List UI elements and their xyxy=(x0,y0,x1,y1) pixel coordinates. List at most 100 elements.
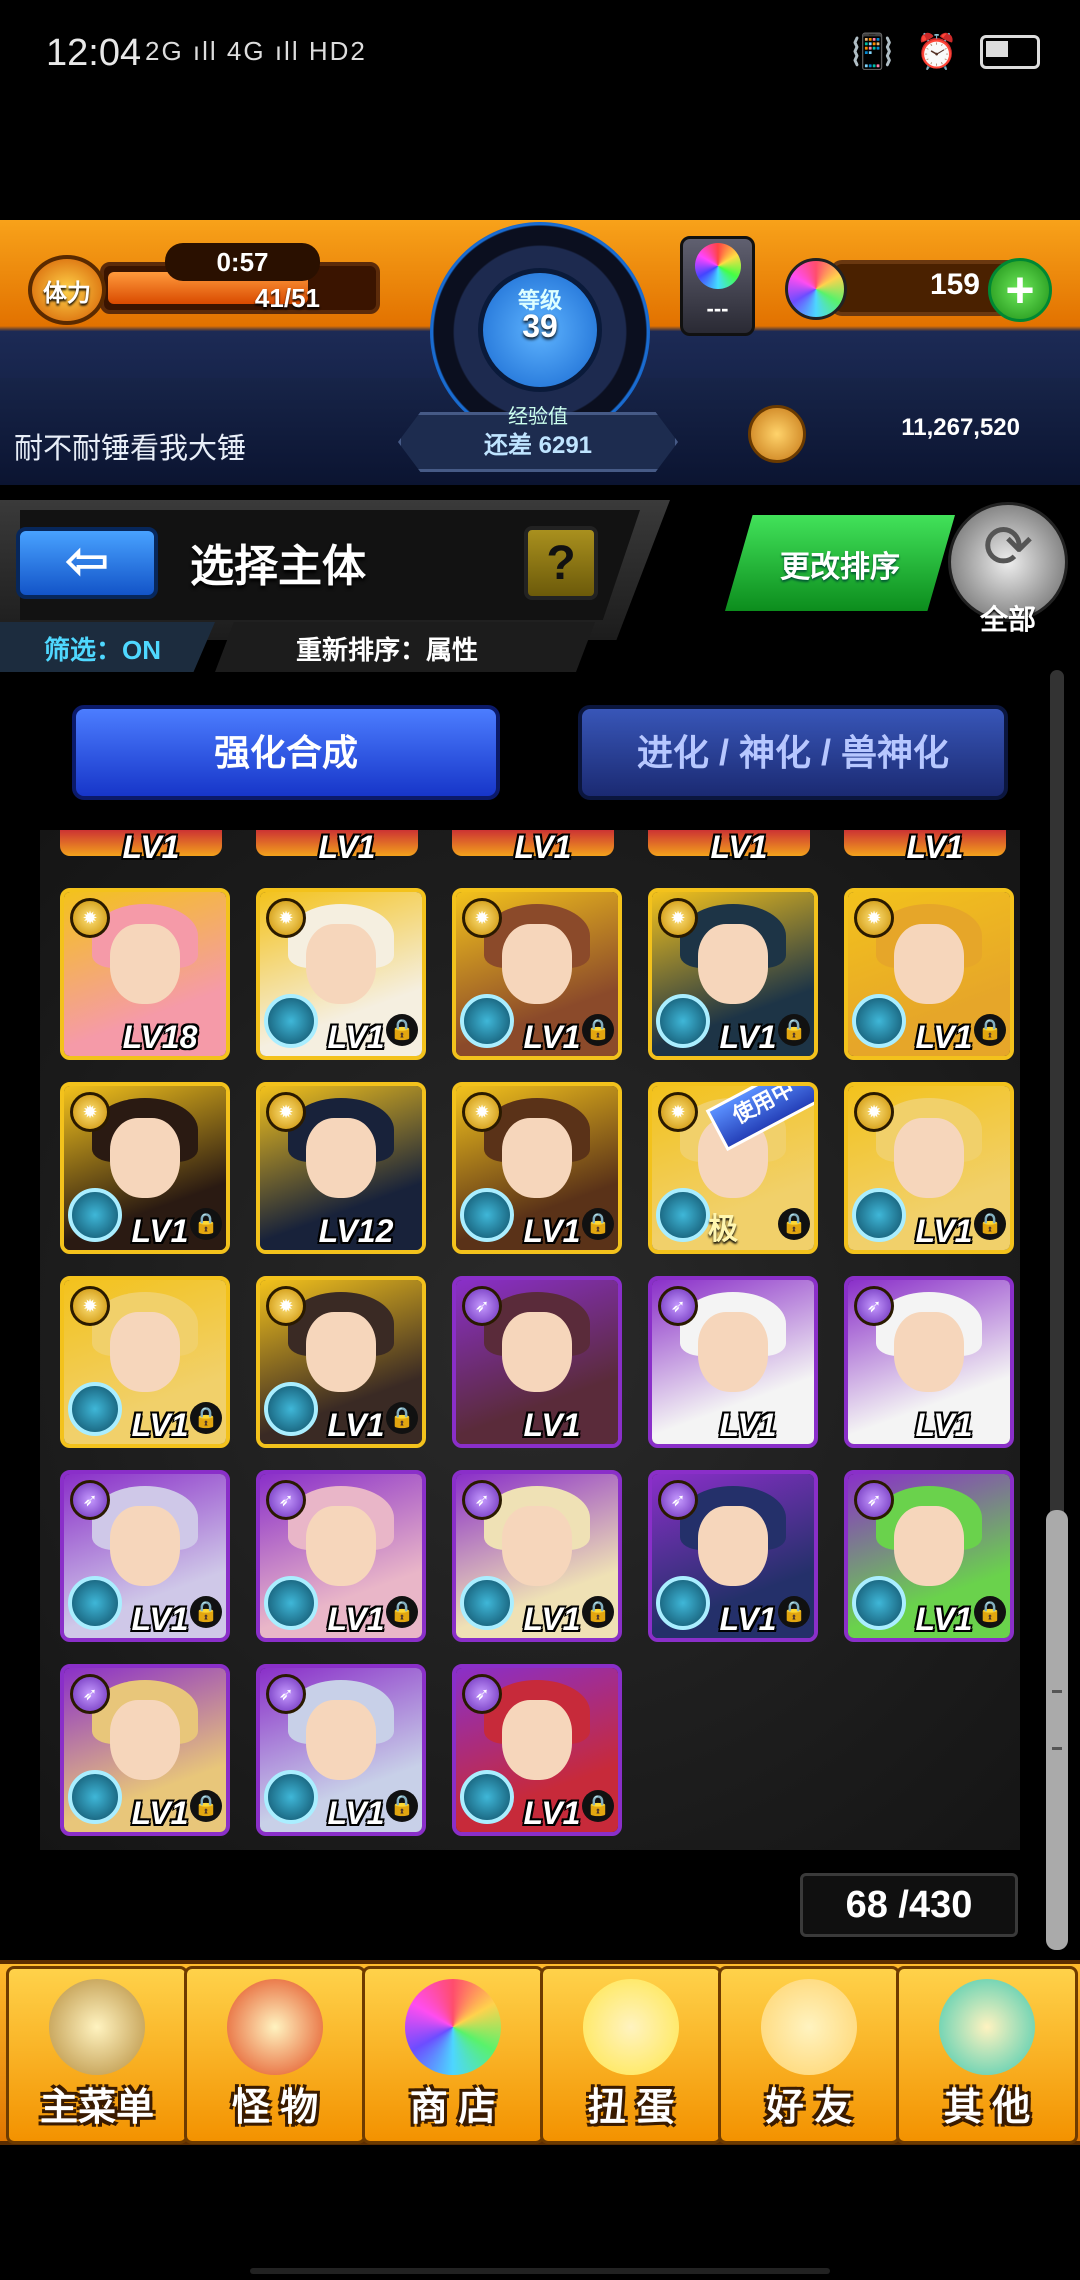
nav-button-egg[interactable]: 扭 蛋 xyxy=(540,1966,722,2144)
orb-icon xyxy=(785,258,847,320)
monster-card[interactable]: ➶ LV1 🔒 xyxy=(256,1664,426,1836)
lock-icon: 🔒 xyxy=(190,1790,222,1822)
nav-label: 商 店 xyxy=(409,2087,497,2129)
monster-face xyxy=(894,1118,964,1198)
soul-skill-icon xyxy=(656,1188,710,1242)
lock-icon: 🔒 xyxy=(778,1014,810,1046)
orb-count: 159 xyxy=(929,268,980,301)
monster-card[interactable]: ➶ LV1 xyxy=(648,1276,818,1448)
monster-face xyxy=(306,1118,376,1198)
monster-card[interactable]: ➶ LV1 🔒 xyxy=(60,1470,230,1642)
light-element-icon: ✹ xyxy=(70,1286,110,1326)
stamina-value: 41/51 xyxy=(254,283,320,313)
help-button[interactable]: ? xyxy=(524,526,598,600)
monster-card[interactable]: ➶ LV1 🔒 xyxy=(648,1470,818,1642)
monster-card[interactable]: ✹ LV1 🔒 xyxy=(452,1082,622,1254)
box-count: 68 /430 xyxy=(800,1873,1018,1937)
monster-card[interactable]: ➶ LV1 xyxy=(452,1276,622,1448)
monster-face xyxy=(698,924,768,1004)
monster-level: LV1 xyxy=(719,1407,777,1443)
monster-face xyxy=(894,1506,964,1586)
lock-icon: 🔒 xyxy=(386,1596,418,1628)
exp-remaining: 还差 6291 xyxy=(483,432,593,459)
nav-label: 怪 物 xyxy=(231,2087,319,2129)
coin-count: 11,267,520 xyxy=(901,414,1020,441)
monster-card[interactable]: ✹ LV1 🔒 xyxy=(256,888,426,1060)
monster-face xyxy=(698,1312,768,1392)
monster-card[interactable]: ✹ LV1 🔒 xyxy=(844,888,1014,1060)
monster-card-partial[interactable]: LV1 xyxy=(648,830,810,865)
nav-button-friends[interactable]: 好 友 xyxy=(718,1966,900,2144)
filter-label: 筛选：ON xyxy=(44,635,162,665)
dark-element-icon: ➶ xyxy=(658,1480,698,1520)
light-element-icon: ✹ xyxy=(70,1092,110,1132)
monster-card-partial[interactable]: LV1 xyxy=(60,830,222,865)
monster-level: LV1 xyxy=(523,1407,581,1443)
monster-card[interactable]: ✹ LV18 xyxy=(60,888,230,1060)
dark-element-icon: ➶ xyxy=(462,1480,502,1520)
system-icons: 📳 ⏰ xyxy=(851,32,1040,72)
monster-face xyxy=(502,1506,572,1586)
lock-icon: 🔒 xyxy=(582,1596,614,1628)
monster-grid[interactable]: LV1 LV1 LV1 LV1 LV1 ✹ LV18 ✹ LV1 🔒 ✹ LV1 🔒 ✹ LV1 🔒 ✹ LV1 🔒… xyxy=(40,830,1020,1850)
vibrate-icon: 📳 xyxy=(851,33,894,71)
lock-icon: 🔒 xyxy=(190,1402,222,1434)
nav-label: 主菜单 xyxy=(39,2087,154,2129)
monster-card[interactable]: ✹ LV1 🔒 xyxy=(256,1276,426,1448)
nav-button-other[interactable]: 其 他 xyxy=(896,1966,1078,2144)
monster-card[interactable]: ➶ LV1 xyxy=(844,1276,1014,1448)
tab-strengthen[interactable]: 强化合成 xyxy=(72,705,500,800)
nav-button-castle[interactable]: 主菜单 xyxy=(6,1966,188,2144)
monster-card[interactable]: ✹ LV1 🔒 xyxy=(648,888,818,1060)
monster-level: LV1 xyxy=(915,1407,973,1443)
monster-card[interactable]: ✹ 使用中极 🔒 xyxy=(648,1082,818,1254)
monster-card[interactable]: ➶ LV1 🔒 xyxy=(844,1470,1014,1642)
monster-card-partial[interactable]: LV1 xyxy=(256,830,418,865)
refresh-icon: ⟳ xyxy=(982,513,1034,580)
nav-label: 扭 蛋 xyxy=(587,2087,675,2129)
lock-icon: 🔒 xyxy=(386,1014,418,1046)
light-element-icon: ✹ xyxy=(70,898,110,938)
monster-card[interactable]: ➶ LV1 🔒 xyxy=(256,1470,426,1642)
monster-face xyxy=(306,1700,376,1780)
gesture-bar xyxy=(250,2268,830,2274)
tab-evolve[interactable]: 进化 / 神化 / 兽神化 xyxy=(578,705,1008,800)
lock-icon: 🔒 xyxy=(778,1596,810,1628)
other-icon xyxy=(939,1979,1035,2075)
monster-face xyxy=(306,1312,376,1392)
monster-card[interactable]: ✹ LV1 🔒 xyxy=(844,1082,1014,1254)
monster-card-partial[interactable]: LV1 xyxy=(452,830,614,865)
light-element-icon: ✹ xyxy=(854,1092,894,1132)
add-orb-button[interactable]: + xyxy=(988,258,1052,322)
monster-card[interactable]: ✹ LV12 xyxy=(256,1082,426,1254)
lock-icon: 🔒 xyxy=(386,1402,418,1434)
monster-level: LV1 xyxy=(514,830,572,865)
lock-icon: 🔒 xyxy=(582,1790,614,1822)
monster-card[interactable]: ✹ LV1 🔒 xyxy=(60,1082,230,1254)
dark-element-icon: ➶ xyxy=(462,1286,502,1326)
monster-card[interactable]: ➶ LV1 🔒 xyxy=(60,1664,230,1836)
monster-level: LV1 xyxy=(710,830,768,865)
monster-card-partial[interactable]: LV1 xyxy=(844,830,1006,865)
monster-card[interactable]: ➶ LV1 🔒 xyxy=(452,1470,622,1642)
nav-button-monster[interactable]: 怪 物 xyxy=(184,1966,366,2144)
monster-face xyxy=(502,924,572,1004)
light-element-icon: ✹ xyxy=(266,1092,306,1132)
change-sort-label: 更改排序 xyxy=(780,551,900,584)
item-box-label: --- xyxy=(706,296,729,321)
monster-card[interactable]: ✹ LV1 🔒 xyxy=(60,1276,230,1448)
light-element-icon: ✹ xyxy=(658,1092,698,1132)
lock-icon: 🔒 xyxy=(582,1014,614,1046)
monster-card[interactable]: ✹ LV1 🔒 xyxy=(452,888,622,1060)
battery-icon xyxy=(980,35,1040,69)
nav-button-orb[interactable]: 商 店 xyxy=(362,1966,544,2144)
monster-face xyxy=(894,924,964,1004)
friends-icon xyxy=(761,1979,857,2075)
monster-card[interactable]: ➶ LV1 🔒 xyxy=(452,1664,622,1836)
back-button[interactable]: ⇦ xyxy=(16,527,158,599)
dark-element-icon: ➶ xyxy=(658,1286,698,1326)
light-element-icon: ✹ xyxy=(462,898,502,938)
monster-face xyxy=(306,924,376,1004)
monster-level: LV12 xyxy=(318,1213,394,1249)
username: 耐不耐锤看我大锤 xyxy=(14,433,247,465)
